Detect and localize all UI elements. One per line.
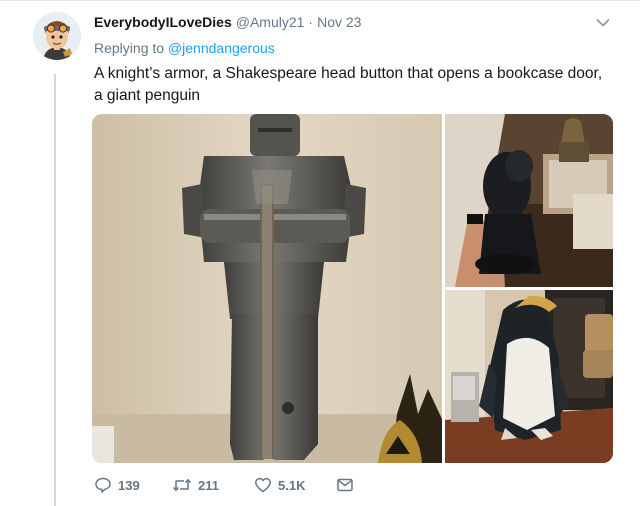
- retweet-icon: [172, 479, 192, 491]
- more-menu-button[interactable]: [594, 14, 612, 32]
- media-image-penguin[interactable]: [445, 290, 613, 463]
- top-divider: [0, 0, 640, 1]
- retweet-button[interactable]: 211: [172, 476, 254, 494]
- separator-dot: ·: [308, 14, 314, 30]
- heart-icon: [255, 477, 271, 493]
- thread-line: [54, 74, 56, 506]
- tweet-actions: 139 211 5.1K: [94, 474, 354, 496]
- envelope-icon: [337, 478, 353, 492]
- media-image-shakespeare-button[interactable]: [445, 114, 613, 287]
- tweet-header: EverybodyILoveDies @Amuly21 · Nov 23: [94, 14, 361, 30]
- reply-icon: [95, 477, 111, 493]
- reply-prefix: Replying to: [94, 40, 165, 56]
- shakespeare-photo: [445, 114, 613, 287]
- avatar[interactable]: [33, 12, 81, 60]
- retweet-count: 211: [198, 477, 219, 493]
- penguin-photo: [445, 290, 613, 463]
- direct-message-button[interactable]: [336, 476, 354, 494]
- reply-button[interactable]: 139: [94, 476, 172, 494]
- tweet-text: A knight’s armor, a Shakespeare head but…: [94, 65, 603, 104]
- media-image-armor[interactable]: [92, 114, 442, 463]
- chevron-down-icon: [596, 19, 610, 27]
- like-count: 5.1K: [278, 477, 306, 493]
- avatar-cartoon: [33, 12, 81, 60]
- armor-photo: [92, 114, 442, 463]
- timestamp[interactable]: Nov 23: [317, 14, 361, 30]
- reply-count: 139: [118, 477, 140, 493]
- like-button[interactable]: 5.1K: [254, 476, 336, 494]
- user-handle[interactable]: @Amuly21: [236, 14, 305, 30]
- reply-context: Replying to @jenndangerous: [94, 40, 275, 56]
- reply-to-link[interactable]: @jenndangerous: [168, 40, 275, 56]
- display-name[interactable]: EverybodyILoveDies: [94, 14, 232, 30]
- media-grid: [92, 114, 613, 463]
